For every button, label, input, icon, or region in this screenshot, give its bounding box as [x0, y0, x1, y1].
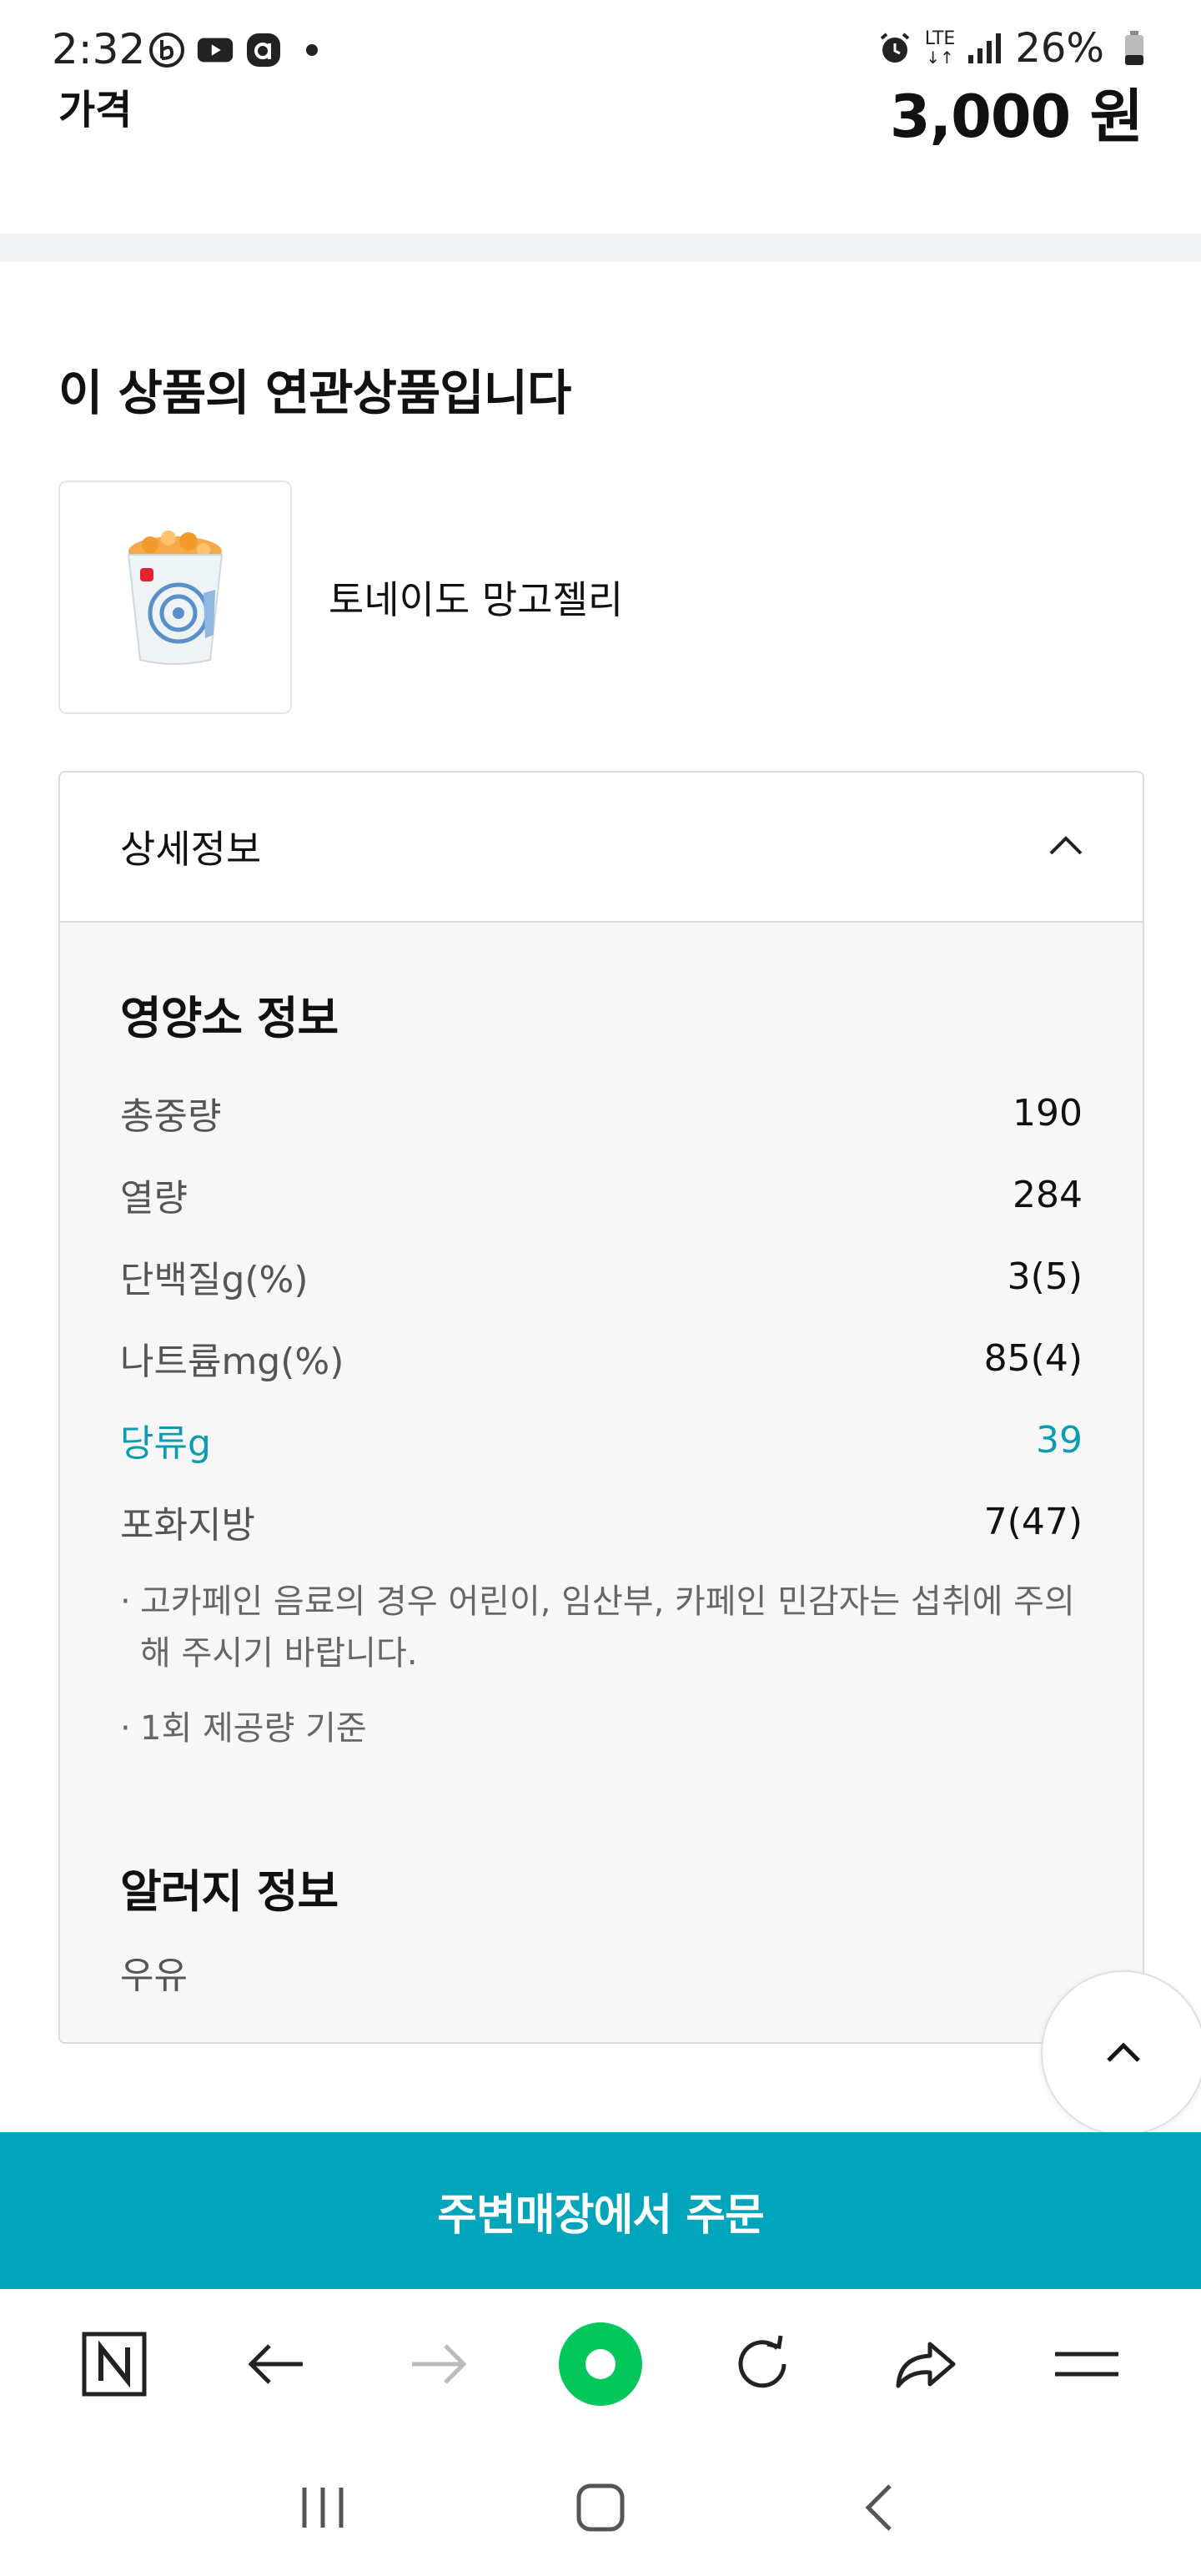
- forward-arrow-icon[interactable]: [389, 2314, 489, 2414]
- status-time: 2:32: [52, 25, 146, 73]
- menu-icon[interactable]: [1037, 2314, 1137, 2414]
- a-app-icon: [245, 32, 282, 68]
- related-product-item[interactable]: 토네이도 망고젤리: [58, 480, 1143, 714]
- note-item: 1회 제공량 기준: [120, 1703, 1083, 1754]
- nutrition-value: 284: [1013, 1173, 1083, 1216]
- back-arrow-icon[interactable]: [226, 2314, 326, 2414]
- scroll-to-top-button[interactable]: [1041, 1970, 1201, 2136]
- dot-icon: [294, 32, 330, 68]
- nutrition-key: 당류g: [120, 1422, 211, 1465]
- nutrition-row: 나트륨mg(%) 85(4): [120, 1317, 1083, 1399]
- system-status-icons: LTE ↓↑ 26%: [877, 25, 1153, 72]
- nutrition-row: 총중량 190: [120, 1072, 1083, 1154]
- order-nearby-store-button[interactable]: 주변매장에서 주문: [0, 2132, 1201, 2289]
- price-value: 3,000 원: [889, 83, 1143, 151]
- share-icon[interactable]: [875, 2314, 975, 2414]
- nutrition-title: 영양소 정보: [120, 992, 339, 1044]
- allergy-value: 우유: [120, 1955, 188, 1997]
- nutrition-notes: 고카페인 음료의 경우 어린이, 임산부, 카페인 민감자는 섭취에 주의해 주…: [120, 1576, 1083, 1754]
- lte-icon: LTE ↓↑: [924, 28, 956, 68]
- nutrition-row: 단백질g(%) 3(5): [120, 1235, 1083, 1317]
- browser-toolbar: [0, 2289, 1201, 2439]
- chevron-up-icon[interactable]: [1048, 833, 1084, 860]
- network-label: LTE: [924, 28, 956, 49]
- note-item: 고카페인 음료의 경우 어린이, 임산부, 카페인 민감자는 섭취에 주의해 주…: [120, 1576, 1083, 1679]
- alarm-icon: [877, 30, 913, 67]
- battery-percent: 26%: [1015, 25, 1104, 72]
- nutrition-value: 190: [1013, 1091, 1083, 1135]
- nutrition-key: 나트륨mg(%): [120, 1341, 344, 1383]
- nutrition-value: 85(4): [983, 1336, 1083, 1380]
- nutrition-row: 포화지방 7(47): [120, 1481, 1083, 1562]
- detail-accordion: 상세정보 영양소 정보 총중량 190 열량 284 단백질g(%) 3(5) …: [58, 771, 1144, 2044]
- order-button-label: 주변매장에서 주문: [437, 2190, 765, 2241]
- nutrition-key: 열량: [120, 1177, 188, 1220]
- home-icon[interactable]: [550, 2458, 651, 2558]
- nutrition-key: 총중량: [120, 1095, 222, 1138]
- detail-body: 영양소 정보 총중량 190 열량 284 단백질g(%) 3(5) 나트륨mg…: [60, 923, 1143, 1999]
- signal-icon: [967, 30, 1003, 67]
- green-home-icon[interactable]: [550, 2314, 651, 2414]
- nutrition-value: 3(5): [1007, 1255, 1083, 1298]
- chevron-up-icon: [1103, 2039, 1143, 2067]
- nutrition-key: 단백질g(%): [120, 1259, 309, 1301]
- b-app-icon: [148, 32, 185, 68]
- nutrition-row: 열량 284: [120, 1154, 1083, 1235]
- refresh-icon[interactable]: [712, 2314, 812, 2414]
- related-product-name[interactable]: 토네이도 망고젤리: [329, 570, 623, 625]
- price-label: 가격: [58, 87, 133, 133]
- system-navigation-bar: [0, 2439, 1201, 2576]
- back-icon[interactable]: [828, 2458, 928, 2558]
- notification-icons: [148, 32, 330, 68]
- nutrition-key: 포화지방: [120, 1504, 255, 1547]
- nutrition-value: 39: [1036, 1418, 1083, 1462]
- detail-accordion-header[interactable]: 상세정보: [60, 772, 1143, 923]
- naver-n-icon[interactable]: [64, 2314, 164, 2414]
- section-divider: [0, 234, 1201, 262]
- battery-icon: [1116, 30, 1153, 67]
- recent-apps-icon[interactable]: [273, 2458, 373, 2558]
- youtube-icon: [197, 32, 234, 68]
- detail-header-title: 상세정보: [120, 827, 262, 872]
- nutrition-value: 7(47): [983, 1500, 1083, 1543]
- product-thumbnail[interactable]: [58, 480, 292, 714]
- mango-jelly-cup-image: [127, 531, 224, 665]
- nutrition-row-highlighted: 당류g 39: [120, 1399, 1083, 1481]
- allergy-title: 알러지 정보: [120, 1865, 339, 1918]
- related-products-title: 이 상품의 연관상품입니다: [58, 365, 571, 421]
